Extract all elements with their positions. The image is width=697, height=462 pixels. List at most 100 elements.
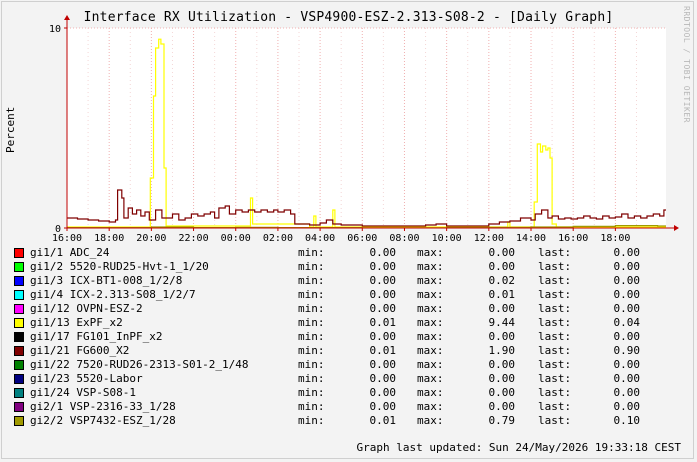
legend-row: gi1/4 ICX-2.313-S08_1/2/7 min: 0.00 max: 0.0… <box>14 288 684 302</box>
legend-swatch <box>14 346 24 356</box>
legend-min-label: min: <box>298 302 325 315</box>
legend-max-value: 0.00 <box>488 260 516 273</box>
legend-max-label: max: <box>417 358 444 371</box>
legend-row: gi1/21 FG600_X2 min: 0.01 max: 1.90 last: 0.90 <box>14 344 684 358</box>
legend-swatch <box>14 304 24 314</box>
legend-row: gi1/23 5520-Labor min: 0.00 max: 0.00 last: 0.… <box>14 372 684 386</box>
legend-min-label: min: <box>298 414 325 427</box>
legend-max-label: max: <box>417 260 444 273</box>
legend-swatch <box>14 416 24 426</box>
legend-swatch <box>14 248 24 258</box>
legend-min-label: min: <box>298 330 325 343</box>
legend-max-value: 1.90 <box>488 344 516 357</box>
legend-swatch <box>14 402 24 412</box>
legend-min-label: min: <box>298 260 325 273</box>
legend-series-name: gi1/22 7520-RUD26-2313-S01-2_1/48 <box>30 358 249 371</box>
legend-min-label: min: <box>298 400 325 413</box>
x-tick-label: 08:00 <box>389 233 419 244</box>
legend-last-value: 0.90 <box>613 344 641 357</box>
legend-max-label: max: <box>417 372 444 385</box>
legend-row: gi1/22 7520-RUD26-2313-S01-2_1/48 min: 0.0… <box>14 358 684 372</box>
legend-swatch <box>14 276 24 286</box>
legend-last-label: last: <box>538 372 572 385</box>
legend-max-label: max: <box>417 414 444 427</box>
legend-last-label: last: <box>538 358 572 371</box>
legend-row: gi2/1 VSP-2316-33_1/28 min: 0.00 max: 0.00 la… <box>14 400 684 414</box>
legend-min-label: min: <box>298 344 325 357</box>
legend-max-label: max: <box>417 316 444 329</box>
legend-last-label: last: <box>538 288 572 301</box>
legend-last-value: 0.00 <box>613 330 641 343</box>
x-tick-label: 18:00 <box>600 233 630 244</box>
legend-min-value: 0.00 <box>369 400 397 413</box>
legend-last-value: 0.00 <box>613 358 641 371</box>
legend-last-label: last: <box>538 414 572 427</box>
legend-row: gi1/17 FG101_InPF_x2 min: 0.00 max: 0.00 last… <box>14 330 684 344</box>
x-tick-label: 06:00 <box>347 233 377 244</box>
legend-row: gi1/24 VSP-S08-1 min: 0.00 max: 0.00 last: 0.0… <box>14 386 684 400</box>
legend-last-label: last: <box>538 246 572 259</box>
legend-row: gi1/12 OVPN-ESZ-2 min: 0.00 max: 0.00 last: 0.… <box>14 302 684 316</box>
legend-last-label: last: <box>538 344 572 357</box>
legend-min-value: 0.00 <box>369 260 397 273</box>
legend-max-label: max: <box>417 330 444 343</box>
legend-max-label: max: <box>417 274 444 287</box>
last-updated-text: Graph last updated: Sun 24/May/2026 19:3… <box>356 441 681 454</box>
legend-swatch <box>14 388 24 398</box>
legend-min-label: min: <box>298 358 325 371</box>
legend-max-label: max: <box>417 344 444 357</box>
legend-min-label: min: <box>298 246 325 259</box>
legend-min-label: min: <box>298 274 325 287</box>
legend-min-label: min: <box>298 288 325 301</box>
legend-min-value: 0.00 <box>369 358 397 371</box>
legend-last-value: 0.00 <box>613 274 641 287</box>
legend-row: gi1/1 ADC_24 min: 0.00 max: 0.00 last: 0.00 <box>14 246 684 260</box>
legend-series-name: gi1/21 FG600_X2 <box>30 344 130 357</box>
legend-max-value: 0.00 <box>488 302 516 315</box>
legend-series-name: gi1/23 5520-Labor <box>30 372 143 385</box>
legend-series-name: gi1/4 ICX-2.313-S08_1/2/7 <box>30 288 196 301</box>
legend-min-value: 0.00 <box>369 386 397 399</box>
legend-last-value: 0.00 <box>613 386 641 399</box>
legend-max-label: max: <box>417 400 444 413</box>
legend-series-name: gi1/2 5520-RUD25-Hvt-1_1/20 <box>30 260 209 273</box>
legend-max-value: 9.44 <box>488 316 516 329</box>
legend-last-label: last: <box>538 330 572 343</box>
legend-last-value: 0.00 <box>613 288 641 301</box>
legend-max-value: 0.00 <box>488 372 516 385</box>
legend-last-value: 0.04 <box>613 316 641 329</box>
legend-max-value: 0.00 <box>488 386 516 399</box>
x-tick-label: 14:00 <box>516 233 546 244</box>
legend-row: gi2/2 VSP7432-ESZ_1/28 min: 0.01 max: 0.79 la… <box>14 414 684 428</box>
legend-last-value: 0.00 <box>613 302 641 315</box>
legend-min-value: 0.00 <box>369 246 397 259</box>
y-tick-label: 0 <box>55 224 61 235</box>
x-tick-label: 12:00 <box>474 233 504 244</box>
legend-last-label: last: <box>538 386 572 399</box>
legend-max-value: 0.00 <box>488 330 516 343</box>
legend-last-value: 0.10 <box>613 414 641 427</box>
legend-min-label: min: <box>298 386 325 399</box>
legend-swatch <box>14 374 24 384</box>
legend-min-value: 0.00 <box>369 372 397 385</box>
legend-max-value: 0.79 <box>488 414 516 427</box>
x-tick-label: 16:00 <box>558 233 588 244</box>
legend-series-name: gi1/13 ExPF_x2 <box>30 316 123 329</box>
legend-last-label: last: <box>538 302 572 315</box>
legend-swatch <box>14 332 24 342</box>
legend-max-value: 0.01 <box>488 288 516 301</box>
x-tick-label: 00:00 <box>221 233 251 244</box>
legend-max-value: 0.02 <box>488 274 516 287</box>
legend-max-label: max: <box>417 246 444 259</box>
legend-last-label: last: <box>538 260 572 273</box>
legend-min-value: 0.00 <box>369 302 397 315</box>
legend-last-value: 0.00 <box>613 246 641 259</box>
legend-series-name: gi1/1 ADC_24 <box>30 246 110 259</box>
legend-last-label: last: <box>538 400 572 413</box>
legend-max-value: 0.00 <box>488 400 516 413</box>
x-tick-label: 10:00 <box>432 233 462 244</box>
legend-series-name: gi1/17 FG101_InPF_x2 <box>30 330 163 343</box>
legend-min-value: 0.01 <box>369 344 397 357</box>
legend-last-value: 0.00 <box>613 372 641 385</box>
legend-min-value: 0.01 <box>369 414 397 427</box>
